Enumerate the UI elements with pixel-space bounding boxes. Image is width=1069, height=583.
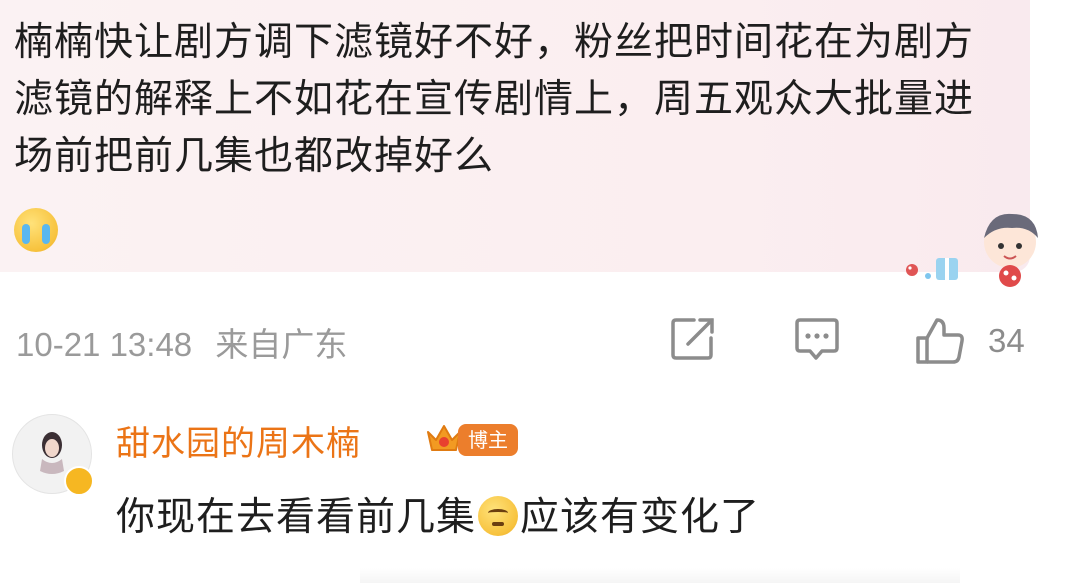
location: 来自广东 [215,326,348,363]
reply-text: 你现在去看看前几集 应该有变化了 [116,486,760,542]
timestamp: 10-21 13:48 [16,326,193,363]
like-button[interactable] [914,316,966,366]
comment-icon [795,318,839,360]
thinking-face-emoji [478,495,519,536]
comment-button[interactable] [794,316,840,362]
like-count: 34 [988,322,1025,359]
next-item-edge [360,568,960,583]
cartoon-boy-sticker [900,210,1050,290]
verified-icon [64,466,94,496]
like-icon [916,318,964,364]
reply-username[interactable]: 甜水园的周木楠 [116,416,361,465]
share-button[interactable] [670,316,716,362]
crying-face-emoji [14,208,58,252]
blogger-badge: 博主 [458,424,518,456]
comment-text: 楠楠快让剧方调下滤镜好不好，粉丝把时间花在为剧方滤镜的解释上不如花在宣传剧情上，… [14,20,975,179]
share-icon [671,318,714,360]
comment-meta: 10-21 13:48 来自广东 [16,318,361,366]
reply-text-after: 应该有变化了 [520,495,761,540]
reply-text-before: 你现在去看看前几集 [116,495,477,540]
